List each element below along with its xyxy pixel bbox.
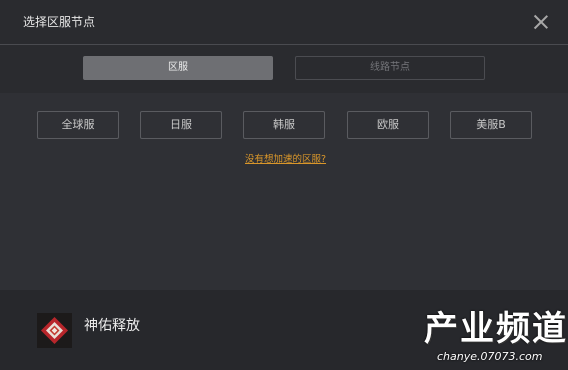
region-button-korea[interactable]: 韩服 (243, 111, 325, 139)
missing-region-link[interactable]: 没有想加速的区服? (245, 154, 326, 166)
region-panel: 全球服 日服 韩服 欧服 美服B 没有想加速的区服? (0, 93, 568, 290)
watermark-title: 产业频道 (424, 309, 568, 349)
window-title: 选择区服节点 (23, 15, 96, 29)
tab-region[interactable]: 区服 (83, 56, 273, 80)
tab-line-node[interactable]: 线路节点 (295, 56, 485, 80)
region-button-us-b[interactable]: 美服B (450, 111, 532, 139)
region-button-global[interactable]: 全球服 (37, 111, 119, 139)
watermark-url: chanye.07073.com (437, 350, 543, 363)
close-icon[interactable] (531, 12, 551, 32)
tab-bar: 区服 线路节点 (0, 45, 568, 93)
region-button-japan[interactable]: 日服 (140, 111, 222, 139)
region-button-europe[interactable]: 欧服 (347, 111, 429, 139)
game-logo-icon (37, 313, 72, 348)
title-bar: 选择区服节点 (0, 0, 568, 44)
game-name: 神佑释放 (84, 318, 140, 334)
